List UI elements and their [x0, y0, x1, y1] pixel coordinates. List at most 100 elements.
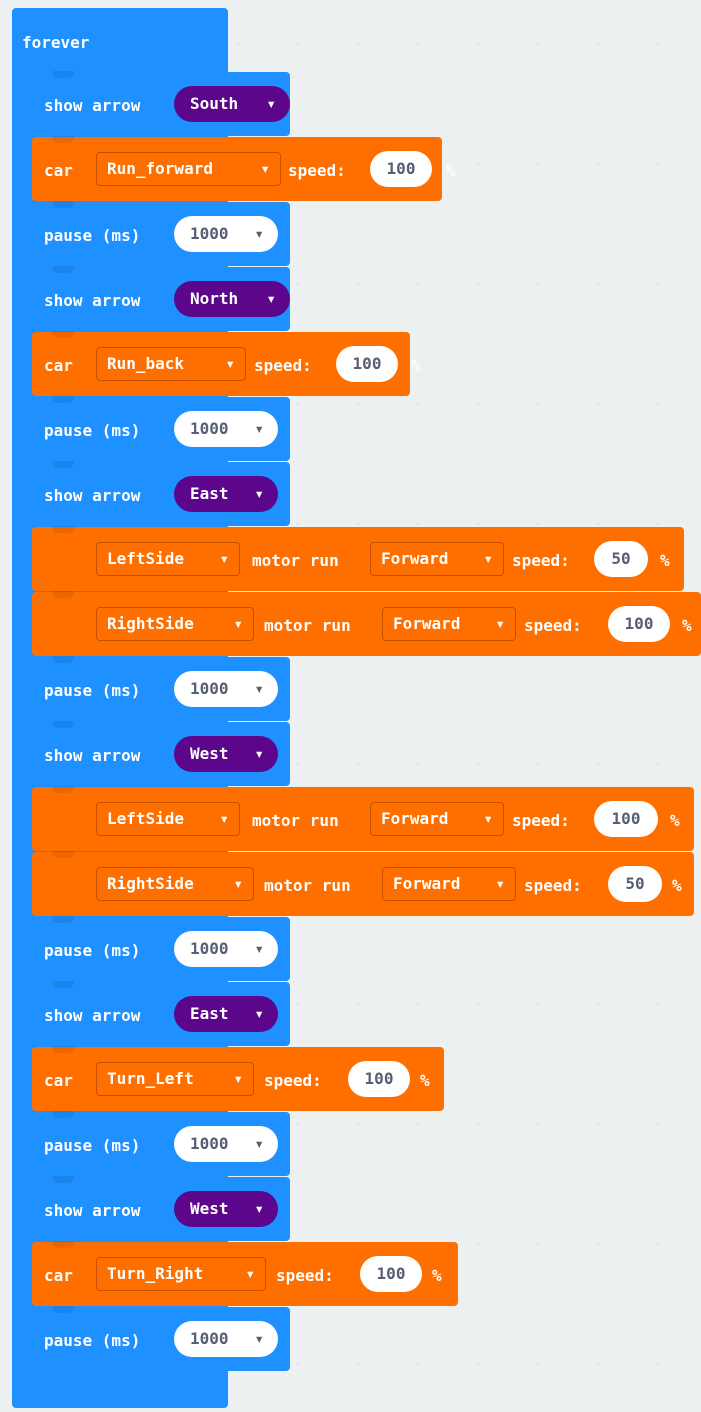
car-action-value: Turn_Left [107, 1069, 194, 1088]
car-label: car [44, 1071, 73, 1090]
car-action-value: Run_back [107, 354, 185, 373]
motor-direction-dropdown[interactable]: Forward ▾ [382, 607, 516, 641]
motor-run-block[interactable]: LeftSide ▾ motor run Forward ▾ speed: 50… [32, 526, 684, 591]
caret-down-icon: ▾ [483, 549, 493, 568]
show-arrow-block[interactable]: show arrow East ▾ [32, 981, 290, 1046]
speed-input[interactable]: 50 [608, 866, 662, 902]
block-notch [52, 656, 74, 663]
percent-label: % [420, 1071, 430, 1090]
motor-side-dropdown[interactable]: RightSide ▾ [96, 867, 254, 901]
motor-run-label: motor run [252, 811, 339, 830]
pause-block[interactable]: pause (ms) 1000 ▾ [32, 656, 290, 721]
pause-label: pause (ms) [44, 1331, 141, 1350]
block-notch [52, 71, 74, 78]
pause-duration-value: 1000 [190, 679, 229, 698]
car-run-block[interactable]: car Run_back ▾ speed: 100 % [32, 331, 421, 396]
arrow-direction-value: South [190, 94, 239, 113]
pause-duration-dropdown[interactable]: 1000 ▾ [174, 671, 278, 707]
motor-direction-value: Forward [393, 874, 461, 893]
block-notch [52, 526, 74, 533]
block-notch [52, 1111, 74, 1118]
arrow-direction-value: East [190, 484, 229, 503]
motor-side-dropdown[interactable]: RightSide ▾ [96, 607, 254, 641]
car-turn-block[interactable]: car Turn_Left ▾ speed: 100 % [32, 1046, 444, 1111]
block-notch [52, 136, 74, 143]
motor-side-dropdown[interactable]: LeftSide ▾ [96, 802, 240, 836]
pause-block[interactable]: pause (ms) 1000 ▾ [32, 1306, 290, 1371]
caret-down-icon: ▾ [254, 1199, 264, 1218]
car-action-dropdown[interactable]: Turn_Left ▾ [96, 1062, 254, 1096]
pause-duration-value: 1000 [190, 224, 229, 243]
pause-duration-dropdown[interactable]: 1000 ▾ [174, 931, 278, 967]
car-action-dropdown[interactable]: Run_forward ▾ [96, 152, 281, 186]
show-arrow-block[interactable]: show arrow West ▾ [32, 721, 290, 786]
pause-duration-value: 1000 [190, 1329, 229, 1348]
show-arrow-block[interactable]: show arrow North ▾ [32, 266, 290, 331]
arrow-direction-value: East [190, 1004, 229, 1023]
speed-input[interactable]: 100 [594, 801, 658, 837]
pause-block[interactable]: pause (ms) 1000 ▾ [32, 1111, 290, 1176]
speed-input[interactable]: 100 [370, 151, 432, 187]
motor-side-dropdown[interactable]: LeftSide ▾ [96, 542, 240, 576]
show-arrow-block[interactable]: show arrow South ▾ [32, 71, 290, 136]
pause-duration-dropdown[interactable]: 1000 ▾ [174, 1126, 278, 1162]
caret-down-icon: ▾ [254, 1329, 264, 1348]
speed-label: speed: [288, 161, 346, 180]
caret-down-icon: ▾ [254, 679, 264, 698]
speed-input[interactable]: 100 [348, 1061, 410, 1097]
motor-side-value: RightSide [107, 614, 194, 633]
percent-label: % [660, 551, 670, 570]
arrow-direction-dropdown[interactable]: East ▾ [174, 996, 278, 1032]
caret-down-icon: ▾ [219, 809, 229, 828]
block-notch [52, 201, 74, 208]
block-notch [52, 266, 74, 273]
motor-run-block[interactable]: LeftSide ▾ motor run Forward ▾ speed: 10… [32, 786, 694, 851]
caret-down-icon: ▾ [233, 874, 243, 893]
pause-label: pause (ms) [44, 421, 141, 440]
caret-down-icon: ▾ [483, 809, 493, 828]
car-turn-block[interactable]: car Turn_Right ▾ speed: 100 % [32, 1241, 458, 1306]
show-arrow-block[interactable]: show arrow West ▾ [32, 1176, 290, 1241]
speed-label: speed: [512, 811, 570, 830]
car-action-dropdown[interactable]: Turn_Right ▾ [96, 1257, 266, 1291]
motor-direction-dropdown[interactable]: Forward ▾ [382, 867, 516, 901]
motor-run-block[interactable]: RightSide ▾ motor run Forward ▾ speed: 5… [32, 851, 694, 916]
caret-down-icon: ▾ [233, 1069, 243, 1088]
speed-input[interactable]: 50 [594, 541, 648, 577]
speed-input[interactable]: 100 [360, 1256, 422, 1292]
block-notch [52, 916, 74, 923]
percent-label: % [446, 161, 456, 180]
arrow-direction-dropdown[interactable]: North ▾ [174, 281, 290, 317]
pause-block[interactable]: pause (ms) 1000 ▾ [32, 396, 290, 461]
motor-side-value: RightSide [107, 874, 194, 893]
block-notch [52, 331, 74, 338]
arrow-direction-value: West [190, 1199, 229, 1218]
pause-duration-dropdown[interactable]: 1000 ▾ [174, 1321, 278, 1357]
show-arrow-block[interactable]: show arrow East ▾ [32, 461, 290, 526]
motor-direction-dropdown[interactable]: Forward ▾ [370, 802, 504, 836]
pause-label: pause (ms) [44, 1136, 141, 1155]
motor-run-block[interactable]: RightSide ▾ motor run Forward ▾ speed: 1… [32, 591, 701, 656]
speed-input[interactable]: 100 [336, 346, 398, 382]
arrow-direction-dropdown[interactable]: East ▾ [174, 476, 278, 512]
motor-side-value: LeftSide [107, 549, 185, 568]
pause-block[interactable]: pause (ms) 1000 ▾ [32, 201, 290, 266]
car-run-block[interactable]: car Run_forward ▾ speed: 100 % [32, 136, 456, 201]
pause-duration-dropdown[interactable]: 1000 ▾ [174, 411, 278, 447]
caret-down-icon: ▾ [245, 1264, 255, 1283]
caret-down-icon: ▾ [254, 939, 264, 958]
caret-down-icon: ▾ [219, 549, 229, 568]
arrow-direction-dropdown[interactable]: West ▾ [174, 736, 278, 772]
arrow-direction-dropdown[interactable]: West ▾ [174, 1191, 278, 1227]
caret-down-icon: ▾ [266, 289, 276, 308]
arrow-direction-dropdown[interactable]: South ▾ [174, 86, 290, 122]
pause-block[interactable]: pause (ms) 1000 ▾ [32, 916, 290, 981]
motor-direction-dropdown[interactable]: Forward ▾ [370, 542, 504, 576]
car-action-dropdown[interactable]: Run_back ▾ [96, 347, 246, 381]
motor-run-label: motor run [264, 616, 351, 635]
car-label: car [44, 1266, 73, 1285]
pause-duration-dropdown[interactable]: 1000 ▾ [174, 216, 278, 252]
show-arrow-label: show arrow [44, 746, 141, 765]
caret-down-icon: ▾ [225, 354, 235, 373]
speed-input[interactable]: 100 [608, 606, 670, 642]
